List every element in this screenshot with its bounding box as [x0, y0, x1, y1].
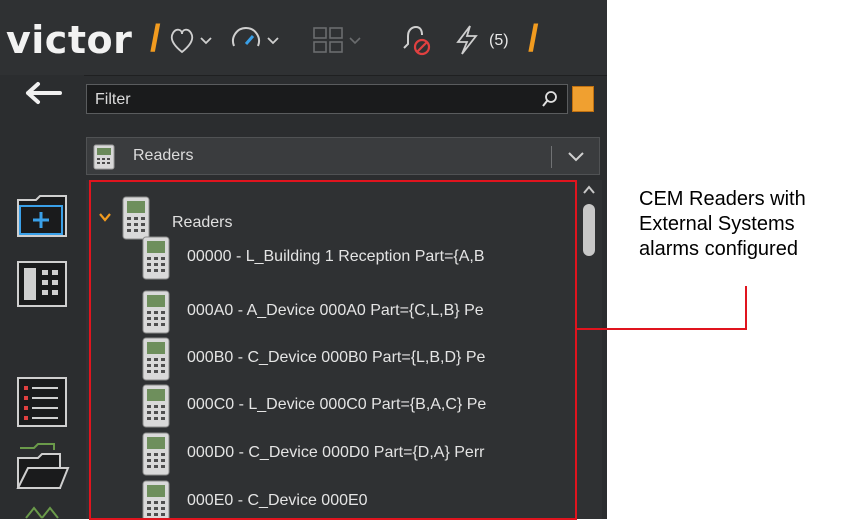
brand-end-slash: /	[528, 18, 539, 60]
tree-item[interactable]: 00000 - L_Building 1 Reception Part={A,B	[136, 236, 576, 280]
tree-item-label: 000A0 - A_Device 000A0 Part={C,L,B} Pe	[187, 302, 484, 319]
reader-icon	[142, 290, 170, 334]
chevron-down-icon	[200, 37, 212, 45]
tree-item-label: 00000 - L_Building 1 Reception Part={A,B	[187, 248, 485, 265]
heart-icon	[170, 28, 194, 54]
tree-root-label: Readers	[172, 214, 233, 231]
tree-item[interactable]: 000C0 - L_Device 000C0 Part={B,A,C} Pe	[136, 384, 576, 428]
callout-annotation: CEM Readers with External Systems alarms…	[639, 187, 806, 262]
reader-icon	[142, 236, 170, 280]
callout-line: alarms configured	[639, 238, 798, 260]
tree-item-label: 000B0 - C_Device 000B0 Part={L,B,D} Pe	[187, 349, 486, 366]
filter-input[interactable]	[93, 88, 537, 112]
chevron-down-icon[interactable]	[561, 149, 591, 165]
reader-icon	[142, 480, 170, 519]
tree-root-readers[interactable]: Readers	[92, 194, 562, 242]
object-type-dropdown[interactable]: Readers	[86, 137, 600, 175]
callout-line: External Systems	[639, 213, 795, 235]
reader-icon	[142, 432, 170, 476]
tree-item[interactable]: 000A0 - A_Device 000A0 Part={C,L,B} Pe	[136, 290, 576, 334]
tree-item-label: 000E0 - C_Device 000E0	[187, 492, 368, 509]
callout-line: CEM Readers with	[639, 188, 806, 210]
reader-icon	[142, 384, 170, 428]
reader-icon	[142, 337, 170, 381]
tree-item[interactable]: 000D0 - C_Device 000D0 Part={D,A} Perr	[136, 432, 576, 476]
report-view-icon[interactable]	[14, 258, 70, 310]
list-view-icon[interactable]	[14, 376, 70, 428]
chevron-down-icon[interactable]	[98, 212, 112, 222]
callout-line-vertical	[745, 286, 747, 330]
brand-slash: /	[150, 18, 161, 60]
callout-line-horizontal	[577, 328, 747, 330]
victor-app-window: victor / (5) / Filter Readers Readers 00…	[0, 0, 607, 519]
tree-item-label: 000D0 - C_Device 000D0 Part={D,A} Perr	[187, 444, 485, 461]
search-icon[interactable]	[541, 90, 559, 108]
dropdown-selected-label: Readers	[133, 147, 194, 164]
filter-options-button[interactable]	[572, 86, 594, 112]
top-toolbar: victor / (5) /	[0, 0, 607, 76]
filter-box	[86, 84, 568, 114]
alert-count-badge[interactable]: (5)	[489, 32, 509, 50]
reader-icon	[122, 196, 150, 240]
lightning-icon[interactable]	[450, 22, 486, 58]
grid-icon	[313, 27, 343, 53]
scrollbar-thumb[interactable]	[583, 204, 595, 256]
brand-logo: victor	[6, 18, 133, 62]
favorites-menu-button[interactable]	[168, 22, 228, 58]
tree-item[interactable]: 000B0 - C_Device 000B0 Part={L,B,D} Pe	[136, 337, 576, 381]
dashboard-menu-button[interactable]	[228, 22, 294, 58]
tree-scrollbar[interactable]	[576, 180, 602, 519]
readers-tree: Readers 00000 - L_Building 1 Reception P…	[86, 180, 576, 519]
folder-open-icon[interactable]	[14, 440, 70, 496]
expand-more-icon[interactable]	[14, 500, 70, 519]
chevron-up-icon[interactable]	[581, 184, 597, 196]
tree-item-label: 000C0 - L_Device 000C0 Part={B,A,C} Pe	[187, 396, 487, 413]
reader-icon	[93, 144, 115, 170]
tree-item[interactable]: 000E0 - C_Device 000E0	[136, 480, 576, 519]
alarm-bell-icon[interactable]	[398, 22, 434, 58]
add-item-icon[interactable]	[14, 190, 70, 242]
dropdown-separator	[551, 146, 552, 168]
back-arrow-icon[interactable]	[24, 81, 64, 105]
layout-menu-button[interactable]	[310, 22, 370, 58]
